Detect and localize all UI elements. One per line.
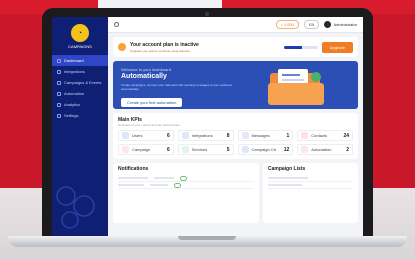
campaign-list-panel: Campaign Lists <box>263 163 358 223</box>
kpi-value: 5 <box>226 146 230 153</box>
plan-banner: Your account plan is inactive Upgrade yo… <box>113 37 358 57</box>
kpi-value: 1 <box>286 132 290 139</box>
integrations-icon <box>57 69 61 74</box>
plan-progress <box>283 45 318 49</box>
sidebar: ◔ CAMPAIGNS Dashboard Integrations Campa… <box>52 17 108 236</box>
table-row[interactable] <box>118 175 254 182</box>
topbar: • 1,000 EN Administrator <box>108 17 363 33</box>
dashboard-icon <box>57 58 61 63</box>
sidebar-item-analytics[interactable]: Analytics <box>52 99 108 110</box>
camera-icon <box>205 12 209 16</box>
kpi-label: Messages <box>251 133 270 138</box>
notifications-panel: Notifications <box>113 163 259 223</box>
sidebar-item-integrations[interactable]: Integrations <box>52 66 108 77</box>
kpi-label: Campaign <box>132 147 151 152</box>
kpi-value: 6 <box>166 132 170 139</box>
kpi-icon <box>122 146 129 153</box>
sidebar-decoration <box>56 186 95 229</box>
kpi-card[interactable]: Automation 2 <box>297 144 353 155</box>
search-icon[interactable] <box>114 22 119 27</box>
kpi-label: Integrations <box>191 133 213 138</box>
kpi-label: Users <box>132 133 143 138</box>
user-name: Administrator <box>333 22 357 27</box>
sidebar-item-label: Analytics <box>64 102 81 107</box>
notifications-title: Notifications <box>118 166 149 172</box>
kpi-label: Automation <box>311 147 332 152</box>
sidebar-item-label: Campaigns & Events <box>64 80 102 85</box>
campaign-list-title: Campaign Lists <box>268 166 306 172</box>
kpi-icon <box>122 132 129 139</box>
list-item[interactable] <box>268 175 353 182</box>
kpi-card[interactable]: Services 5 <box>177 144 234 155</box>
logo-text: CAMPAIGNS <box>68 44 92 49</box>
kpi-label: Services <box>191 147 208 152</box>
kpi-card[interactable]: Contacts 24 <box>297 130 353 141</box>
kpi-card[interactable]: Users 6 <box>118 130 174 141</box>
kpi-label: Campaign Ctr <box>251 147 277 152</box>
upgrade-button[interactable]: Upgrade <box>321 41 353 53</box>
kpi-card[interactable]: Messages 1 <box>237 130 294 141</box>
plan-progress-fill <box>283 45 303 49</box>
sidebar-item-label: Automation <box>64 91 85 96</box>
kpi-icon <box>301 146 309 153</box>
logo-icon[interactable]: ◔ <box>71 24 89 42</box>
create-automation-button[interactable]: Create your first automation <box>121 98 183 107</box>
kpi-card[interactable]: Campaign 6 <box>118 144 174 155</box>
sidebar-item-label: Integrations <box>64 69 85 74</box>
hero-description: Create campaigns, connect your data and … <box>121 83 233 91</box>
language-selector[interactable]: EN <box>303 20 320 29</box>
kpi-value: 6 <box>166 146 170 153</box>
sidebar-item-automation[interactable]: Automation <box>52 88 108 99</box>
kpi-subtitle: Overview of your current account perform… <box>118 123 180 127</box>
automation-icon <box>57 91 61 96</box>
sidebar-item-dashboard[interactable]: Dashboard <box>52 55 108 66</box>
kpi-grid: Users 6 Integrations 8 Messages 1 Contacts 24 Ca… <box>118 130 353 155</box>
settings-icon <box>57 113 61 118</box>
sidebar-item-settings[interactable]: Settings <box>52 110 108 121</box>
status-chip <box>180 175 187 181</box>
sidebar-item-campaigns[interactable]: Campaigns & Events <box>52 77 108 88</box>
credits-badge[interactable]: • 1,000 <box>276 20 299 29</box>
kpi-icon <box>301 132 309 139</box>
kpi-icon <box>241 132 249 139</box>
kpi-label: Contacts <box>311 133 328 138</box>
hero-banner: Welcome to your dashboard Automatically … <box>113 61 358 109</box>
kpi-card[interactable]: Campaign Ctr 12 <box>237 144 294 155</box>
sidebar-item-label: Dashboard <box>64 58 84 63</box>
bottom-panels: Notifications Campaign Lists <box>113 163 358 223</box>
alert-icon <box>118 43 126 51</box>
kpi-value: 2 <box>346 146 349 153</box>
laptop-screen: ◔ CAMPAIGNS Dashboard Integrations Campa… <box>52 17 363 236</box>
folder-illustration-icon <box>268 69 324 105</box>
kpi-icon <box>181 132 189 139</box>
laptop-notch <box>178 236 236 240</box>
list-item[interactable] <box>268 182 353 189</box>
analytics-icon <box>57 102 61 107</box>
status-chip <box>174 182 181 188</box>
campaigns-icon <box>57 80 61 85</box>
kpi-section: Main KPIs Overview of your current accou… <box>113 113 358 159</box>
main-content: • 1,000 EN Administrator Your account pl… <box>108 17 363 236</box>
plan-banner-title: Your account plan is inactive <box>130 41 199 48</box>
avatar <box>324 21 332 28</box>
kpi-value: 12 <box>283 146 290 153</box>
kpi-value: 8 <box>226 132 230 139</box>
kpi-icon <box>181 146 189 153</box>
kpi-card[interactable]: Integrations 8 <box>177 130 234 141</box>
kpi-icon <box>241 146 249 153</box>
table-row[interactable] <box>118 182 254 189</box>
sidebar-item-label: Settings <box>64 113 79 118</box>
kpi-value: 24 <box>343 132 349 139</box>
plan-banner-subtitle: Upgrade your plan to continue using feat… <box>130 48 190 53</box>
user-menu[interactable]: Administrator <box>324 21 357 28</box>
